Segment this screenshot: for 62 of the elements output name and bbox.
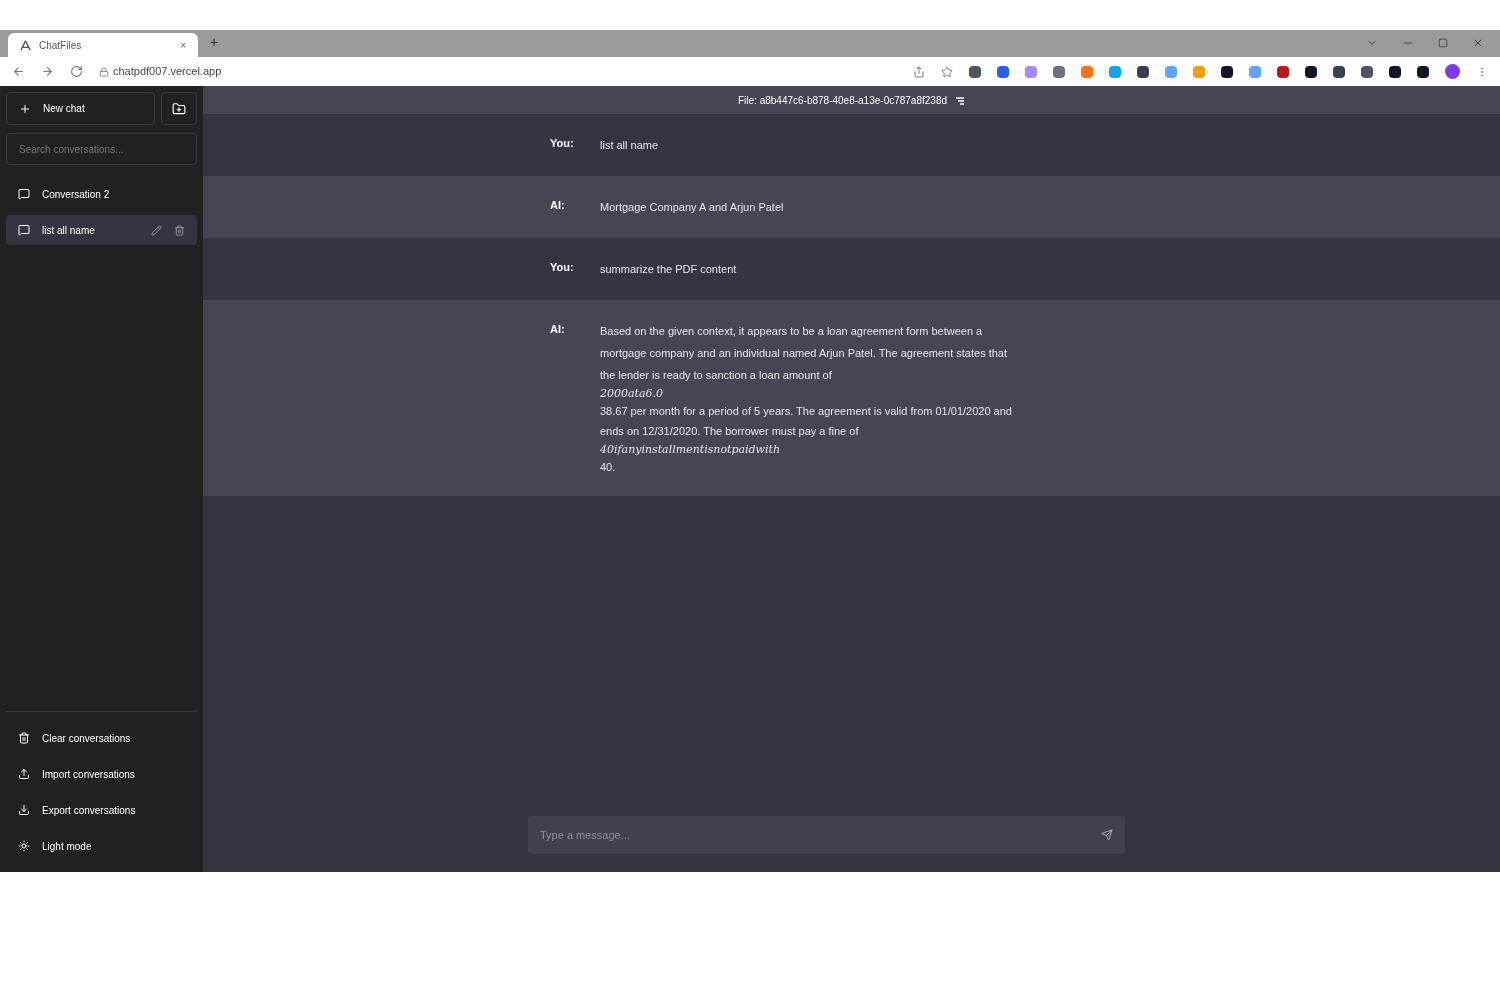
send-icon[interactable] <box>1101 829 1113 841</box>
message-text: ends on 12/31/2020. The borrower must pay a fine of <box>600 424 860 439</box>
forward-icon[interactable] <box>41 65 54 78</box>
new-tab-button[interactable]: + <box>210 32 219 53</box>
message-speaker: You: <box>550 260 575 275</box>
address-bar[interactable]: chatpdf007.vercel.app <box>113 63 222 80</box>
extension-icon[interactable] <box>969 65 981 78</box>
message-text: summarize the PDF content <box>600 262 738 277</box>
close-icon[interactable] <box>1472 37 1484 49</box>
extension-icon[interactable] <box>1361 65 1373 78</box>
sidebar-menu-item[interactable]: Export conversations <box>6 792 197 828</box>
edit-icon[interactable] <box>151 224 162 236</box>
extension-icon[interactable] <box>1333 65 1345 78</box>
bookmark-star-icon[interactable] <box>941 65 953 78</box>
sun-icon <box>18 840 30 852</box>
message-speaker: AI: <box>550 322 566 337</box>
share-icon[interactable] <box>913 65 925 78</box>
file-name: File: a8b447c6-b878-40e8-a13e-0c787a8f238d <box>737 93 948 108</box>
sidebar-menu-item[interactable]: Clear conversations <box>6 720 197 756</box>
message-text: the lender is ready to sanction a loan amount of <box>600 368 833 383</box>
tab-close-button[interactable]: × <box>180 37 186 53</box>
reload-icon[interactable] <box>70 65 83 78</box>
browser-tab[interactable]: ChatFiles × <box>8 33 198 57</box>
extension-icon[interactable] <box>1277 65 1289 78</box>
extension-icon[interactable] <box>1221 65 1233 78</box>
extension-icon[interactable] <box>1417 65 1429 78</box>
app-logo-icon <box>20 39 31 51</box>
tab-title: ChatFiles <box>39 38 83 53</box>
extension-icon[interactable] <box>1389 65 1401 78</box>
message-speaker: You: <box>550 136 575 151</box>
message-text: 38.67 per month for a period of 5 years. The agreement is valid from 01/01/2020 and <box>600 404 1013 419</box>
message-text: Based on the given context, it appears to be a loan agreement form between a <box>600 324 984 339</box>
chat-bubble-icon <box>18 224 30 236</box>
trash-icon <box>18 732 30 744</box>
back-icon[interactable] <box>12 65 25 78</box>
upload-icon <box>18 768 30 780</box>
message-text: mortgage company and an individual named Arjun Patel. The agreement states that <box>600 346 1009 361</box>
math-text: 40ifanyinstallmentisnotpaidwith <box>600 442 782 458</box>
conversation-item[interactable]: Conversation 2 <box>6 179 197 209</box>
search-field[interactable]: Search conversations... <box>6 133 197 165</box>
extension-icon[interactable] <box>1137 65 1149 78</box>
sidebar-menu-item[interactable]: Light mode <box>6 828 197 864</box>
message-input[interactable]: Type a message... <box>528 816 1125 854</box>
message-speaker: AI: <box>550 198 566 213</box>
extension-icon[interactable] <box>1305 65 1317 78</box>
clear-icon[interactable] <box>955 95 966 105</box>
new-folder-button[interactable] <box>161 92 197 125</box>
lock-icon <box>99 66 109 77</box>
math-text: 2000ata6.0 <box>600 386 665 402</box>
download-icon <box>18 804 30 816</box>
plus-icon <box>19 102 31 115</box>
message-text: list all name <box>600 138 660 153</box>
new-chat-button[interactable]: New chat <box>6 92 155 125</box>
chat-bubble-icon <box>18 188 30 200</box>
delete-icon[interactable] <box>174 224 185 236</box>
folder-plus-icon <box>172 101 186 116</box>
conversation-item[interactable]: list all name <box>6 215 197 245</box>
maximize-icon[interactable] <box>1438 38 1448 48</box>
profile-avatar[interactable] <box>1445 64 1460 79</box>
message-text: 40. <box>600 460 617 475</box>
sidebar-menu-item[interactable]: Import conversations <box>6 756 197 792</box>
message-text: Mortgage Company A and Arjun Patel <box>600 200 785 215</box>
